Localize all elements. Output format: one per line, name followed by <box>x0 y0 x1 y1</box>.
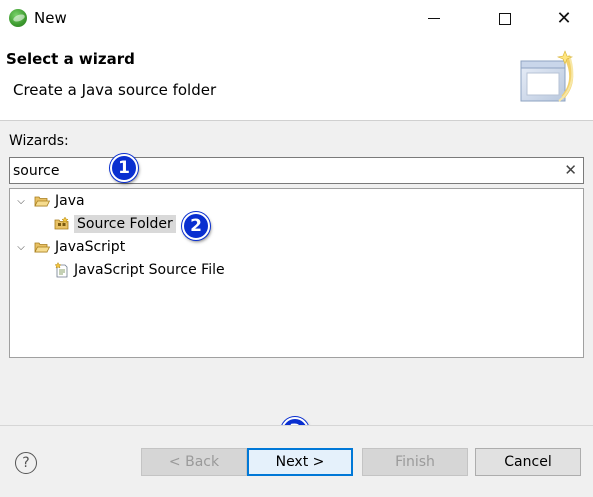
folder-open-icon <box>34 196 50 207</box>
help-icon[interactable]: ? <box>15 452 37 474</box>
wizard-filter-field[interactable]: ✕ <box>9 157 584 184</box>
cancel-button[interactable]: Cancel <box>475 448 581 476</box>
back-button[interactable]: < Back <box>141 448 247 476</box>
wizards-label: Wizards: <box>9 133 69 149</box>
step-badge-1: 1 <box>110 154 138 182</box>
title-bar: New ✕ <box>0 0 593 37</box>
page-description: Create a Java source folder <box>13 81 217 99</box>
wizard-header: Select a wizard Create a Java source fol… <box>0 37 593 121</box>
chevron-down-icon[interactable]: ⌵ <box>14 196 28 207</box>
wizard-filter-input[interactable] <box>13 160 553 181</box>
close-button[interactable]: ✕ <box>541 0 587 37</box>
minimize-icon <box>428 18 440 19</box>
finish-button[interactable]: Finish <box>362 448 468 476</box>
javascript-file-wizard-icon <box>54 262 68 278</box>
tree-node-label: JavaScript <box>55 239 126 255</box>
tree-node-javascript-source-file[interactable]: JavaScript Source File <box>54 259 225 281</box>
wizard-banner-icon <box>520 50 574 102</box>
maximize-icon <box>499 12 511 25</box>
next-button[interactable]: Next > <box>247 448 353 476</box>
tree-node-java[interactable]: ⌵ Java <box>14 190 85 212</box>
clear-filter-icon[interactable]: ✕ <box>564 161 577 179</box>
tree-node-label: Source Folder <box>74 215 176 233</box>
window-title: New <box>34 9 67 27</box>
step-badge-2: 2 <box>182 212 210 240</box>
maximize-button[interactable] <box>482 0 528 37</box>
chevron-down-icon[interactable]: ⌵ <box>14 242 28 253</box>
wizard-footer: ? < Back Next > Finish Cancel <box>0 425 593 497</box>
folder-open-icon <box>34 242 50 253</box>
source-folder-icon <box>54 216 69 230</box>
close-icon: ✕ <box>556 8 572 29</box>
page-title: Select a wizard <box>6 50 135 68</box>
minimize-button[interactable] <box>411 0 457 37</box>
tree-node-label: Java <box>55 193 85 209</box>
tree-node-label: JavaScript Source File <box>74 262 225 278</box>
wizard-content: Wizards: ✕ ⌵ Java Source Folder ⌵ <box>0 121 593 425</box>
tree-node-javascript[interactable]: ⌵ JavaScript <box>14 236 125 258</box>
tree-node-source-folder[interactable]: Source Folder <box>54 213 176 235</box>
wizard-tree[interactable]: ⌵ Java Source Folder ⌵ JavaScript JavaSc… <box>9 188 584 358</box>
eclipse-app-icon <box>9 9 27 27</box>
